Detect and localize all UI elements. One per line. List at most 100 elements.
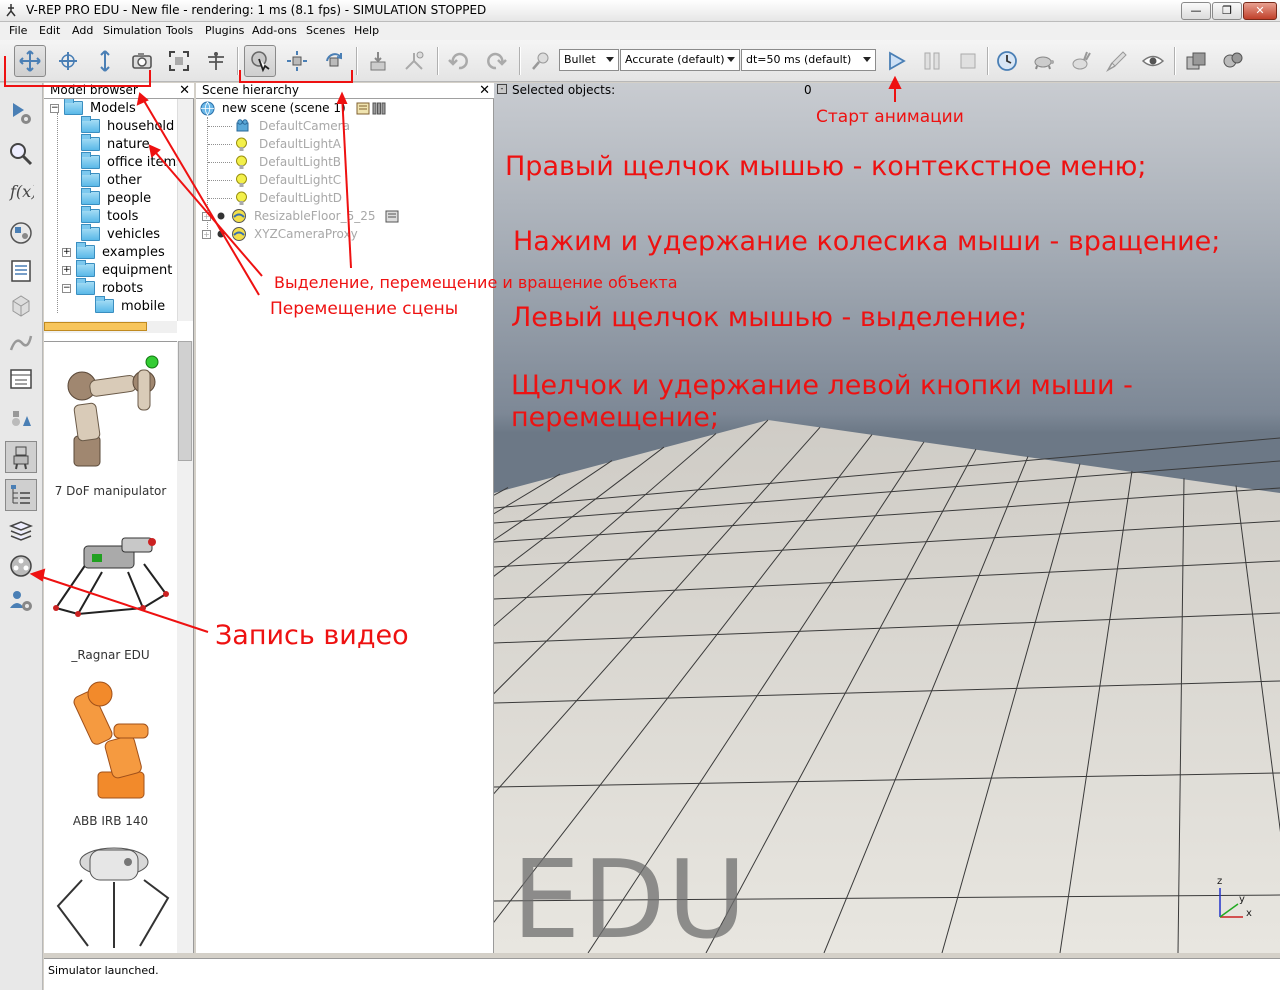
scene-hierarchy-toggle-button[interactable]: [5, 479, 37, 511]
path-edit-button[interactable]: [5, 327, 37, 359]
tree-item-vehicles[interactable]: vehicles: [81, 224, 160, 243]
object-move-icon: [287, 51, 307, 71]
expander-icon[interactable]: −: [62, 283, 71, 293]
menu-tools[interactable]: Tools: [166, 24, 193, 37]
undo-button[interactable]: [443, 45, 475, 77]
expand-plus-icon[interactable]: +: [202, 211, 211, 221]
tree-item-examples[interactable]: + examples: [62, 242, 165, 261]
models-scrollbar[interactable]: [177, 341, 193, 953]
object-rotate-button[interactable]: [318, 45, 350, 77]
close-button[interactable]: ✕: [1243, 2, 1277, 20]
accuracy-select[interactable]: Accurate (default): [620, 49, 740, 71]
stop-simulation-button[interactable]: [952, 45, 984, 77]
model-thumbnail-ragnar[interactable]: _Ragnar EDU: [44, 508, 177, 672]
menu-scenes[interactable]: Scenes: [306, 24, 345, 37]
visualization-toggle-button[interactable]: [1137, 45, 1169, 77]
menu-simulation[interactable]: Simulation: [103, 24, 162, 37]
menu-file[interactable]: File: [9, 24, 27, 37]
scene-object-floor[interactable]: + ResizableFloor_5_25: [202, 207, 399, 225]
threaded-rendering-button[interactable]: [1101, 45, 1133, 77]
model-thumbnail-delta[interactable]: [44, 836, 177, 953]
selection-button[interactable]: [5, 138, 37, 170]
menu-plugins[interactable]: Plugins: [205, 24, 244, 37]
maximize-button[interactable]: ❐: [1212, 2, 1242, 20]
menu-add[interactable]: Add: [72, 24, 93, 37]
object-select-button[interactable]: [244, 45, 276, 77]
tree-item-tools[interactable]: tools: [81, 206, 138, 225]
close-icon[interactable]: ✕: [179, 83, 190, 98]
speed-up-button[interactable]: [1064, 45, 1096, 77]
tree-item-nature[interactable]: nature: [81, 134, 150, 153]
scripts-button[interactable]: [5, 255, 37, 287]
calculation-modules-button[interactable]: f(x): [5, 175, 37, 207]
scene-object-light-d[interactable]: DefaultLightD: [234, 189, 342, 207]
assemble-button[interactable]: [362, 45, 394, 77]
tree-item-people[interactable]: people: [81, 188, 152, 207]
tree-item-mobile[interactable]: mobile: [95, 296, 165, 315]
scene-object-light-b[interactable]: DefaultLightB: [234, 153, 341, 171]
video-recorder-button[interactable]: [5, 550, 37, 582]
tree-item-label: people: [107, 190, 152, 206]
camera-shift-button[interactable]: [89, 45, 121, 77]
menu-edit[interactable]: Edit: [39, 24, 60, 37]
fit-view-button[interactable]: [163, 45, 195, 77]
start-simulation-button[interactable]: [880, 45, 912, 77]
menu-addons[interactable]: Add-ons: [252, 24, 297, 37]
fly-camera-button[interactable]: [200, 45, 232, 77]
tree-item-household[interactable]: household: [81, 116, 174, 135]
transfer-dna-button[interactable]: [398, 45, 430, 77]
timestep-select[interactable]: dt=50 ms (default): [741, 49, 876, 71]
tree-item-other[interactable]: other: [81, 170, 142, 189]
model-thumbnail-abb-irb140[interactable]: ABB IRB 140: [44, 672, 177, 836]
scene-selector-button[interactable]: [1217, 45, 1249, 77]
scene-root-item[interactable]: new scene (scene 1): [200, 99, 386, 117]
layers-button[interactable]: [5, 515, 37, 547]
toolbar-separator: [1174, 47, 1176, 75]
tree-item-models[interactable]: − Models: [50, 99, 136, 117]
physics-engine-select[interactable]: Bullet: [559, 49, 619, 71]
tree-item-equipment[interactable]: + equipment: [62, 260, 172, 279]
object-shift-button[interactable]: [281, 45, 313, 77]
tree-scrollbar[interactable]: [177, 99, 193, 321]
primitive-shapes-button[interactable]: [5, 403, 37, 435]
model-browser-toggle-button[interactable]: [5, 441, 37, 473]
rocket-icon: [1105, 51, 1127, 73]
slow-down-button[interactable]: [1027, 45, 1059, 77]
scene-object-label: DefaultLightA: [259, 137, 342, 151]
collapse-button[interactable]: -: [497, 84, 507, 94]
simulation-settings-button[interactable]: [5, 97, 37, 129]
selection-info-bar: - Selected objects: 0: [494, 83, 1280, 99]
scroll-thumb[interactable]: [178, 341, 192, 461]
menu-help[interactable]: Help: [354, 24, 379, 37]
tree-item-robots[interactable]: − robots: [62, 278, 143, 297]
camera-pan-button[interactable]: [14, 45, 46, 77]
expander-icon[interactable]: +: [62, 247, 71, 257]
scene-object-camera[interactable]: DefaultCamera: [234, 117, 350, 135]
close-icon[interactable]: ✕: [479, 83, 490, 98]
tree-item-office-items[interactable]: office items: [81, 152, 177, 171]
scene-object-light-c[interactable]: DefaultLightC: [234, 171, 341, 189]
expander-icon[interactable]: −: [50, 103, 59, 113]
scroll-thumb[interactable]: [44, 322, 147, 331]
tree-horizontal-scrollbar[interactable]: [44, 321, 177, 333]
dynamics-toggle-button[interactable]: [525, 45, 557, 77]
scene-object-light-a[interactable]: DefaultLightA: [234, 135, 341, 153]
expander-icon[interactable]: +: [62, 265, 71, 275]
redo-button[interactable]: [480, 45, 512, 77]
user-settings-button[interactable]: [5, 363, 37, 395]
shape-edit-button[interactable]: [5, 289, 37, 321]
camera-view-button[interactable]: [126, 45, 158, 77]
real-time-button[interactable]: [991, 45, 1023, 77]
page-selector-button[interactable]: [1180, 45, 1212, 77]
model-icon: [232, 209, 246, 223]
pause-simulation-button[interactable]: [916, 45, 948, 77]
scene-object-camera-proxy[interactable]: + XYZCameraProxy: [202, 225, 358, 243]
scene-hierarchy-header: Scene hierarchy ✕: [196, 83, 494, 99]
collections-button[interactable]: [5, 217, 37, 249]
minimize-button[interactable]: —: [1181, 2, 1211, 20]
user-gear-button[interactable]: [5, 585, 37, 617]
expand-plus-icon[interactable]: +: [202, 229, 211, 239]
model-thumbnail-7dof[interactable]: 7 DoF manipulator: [44, 342, 177, 506]
camera-rotate-button[interactable]: [52, 45, 84, 77]
scene-viewport[interactable]: - Selected objects: 0 EDU z y x: [494, 83, 1280, 953]
